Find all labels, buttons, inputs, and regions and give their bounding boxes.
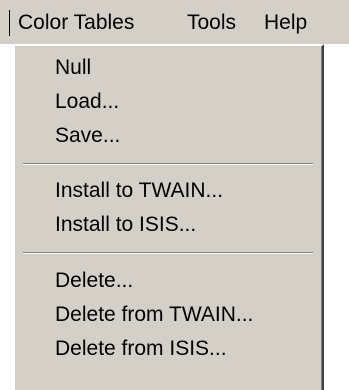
menu-tools[interactable]: Tools bbox=[187, 9, 236, 37]
menu-item-install-isis[interactable]: Install to ISIS... bbox=[55, 209, 196, 241]
menu-separator bbox=[23, 252, 313, 254]
menu-bar: Color Tables Tools Help bbox=[0, 0, 349, 44]
menu-help[interactable]: Help bbox=[264, 9, 307, 37]
menu-item-load[interactable]: Load... bbox=[55, 86, 119, 118]
menu-item-save[interactable]: Save... bbox=[55, 120, 120, 152]
menu-item-delete-from-isis[interactable]: Delete from ISIS... bbox=[55, 333, 227, 365]
menu-color-tables[interactable]: Color Tables bbox=[18, 9, 134, 37]
menu-separator bbox=[23, 163, 313, 165]
menu-bar-grip bbox=[9, 10, 10, 36]
menu-item-null[interactable]: Null bbox=[55, 52, 91, 84]
menu-item-delete[interactable]: Delete... bbox=[55, 265, 133, 297]
menu-item-install-twain[interactable]: Install to TWAIN... bbox=[55, 175, 223, 207]
menu-item-delete-from-twain[interactable]: Delete from TWAIN... bbox=[55, 299, 253, 331]
color-tables-dropdown: Null Load... Save... Install to TWAIN...… bbox=[13, 44, 324, 390]
